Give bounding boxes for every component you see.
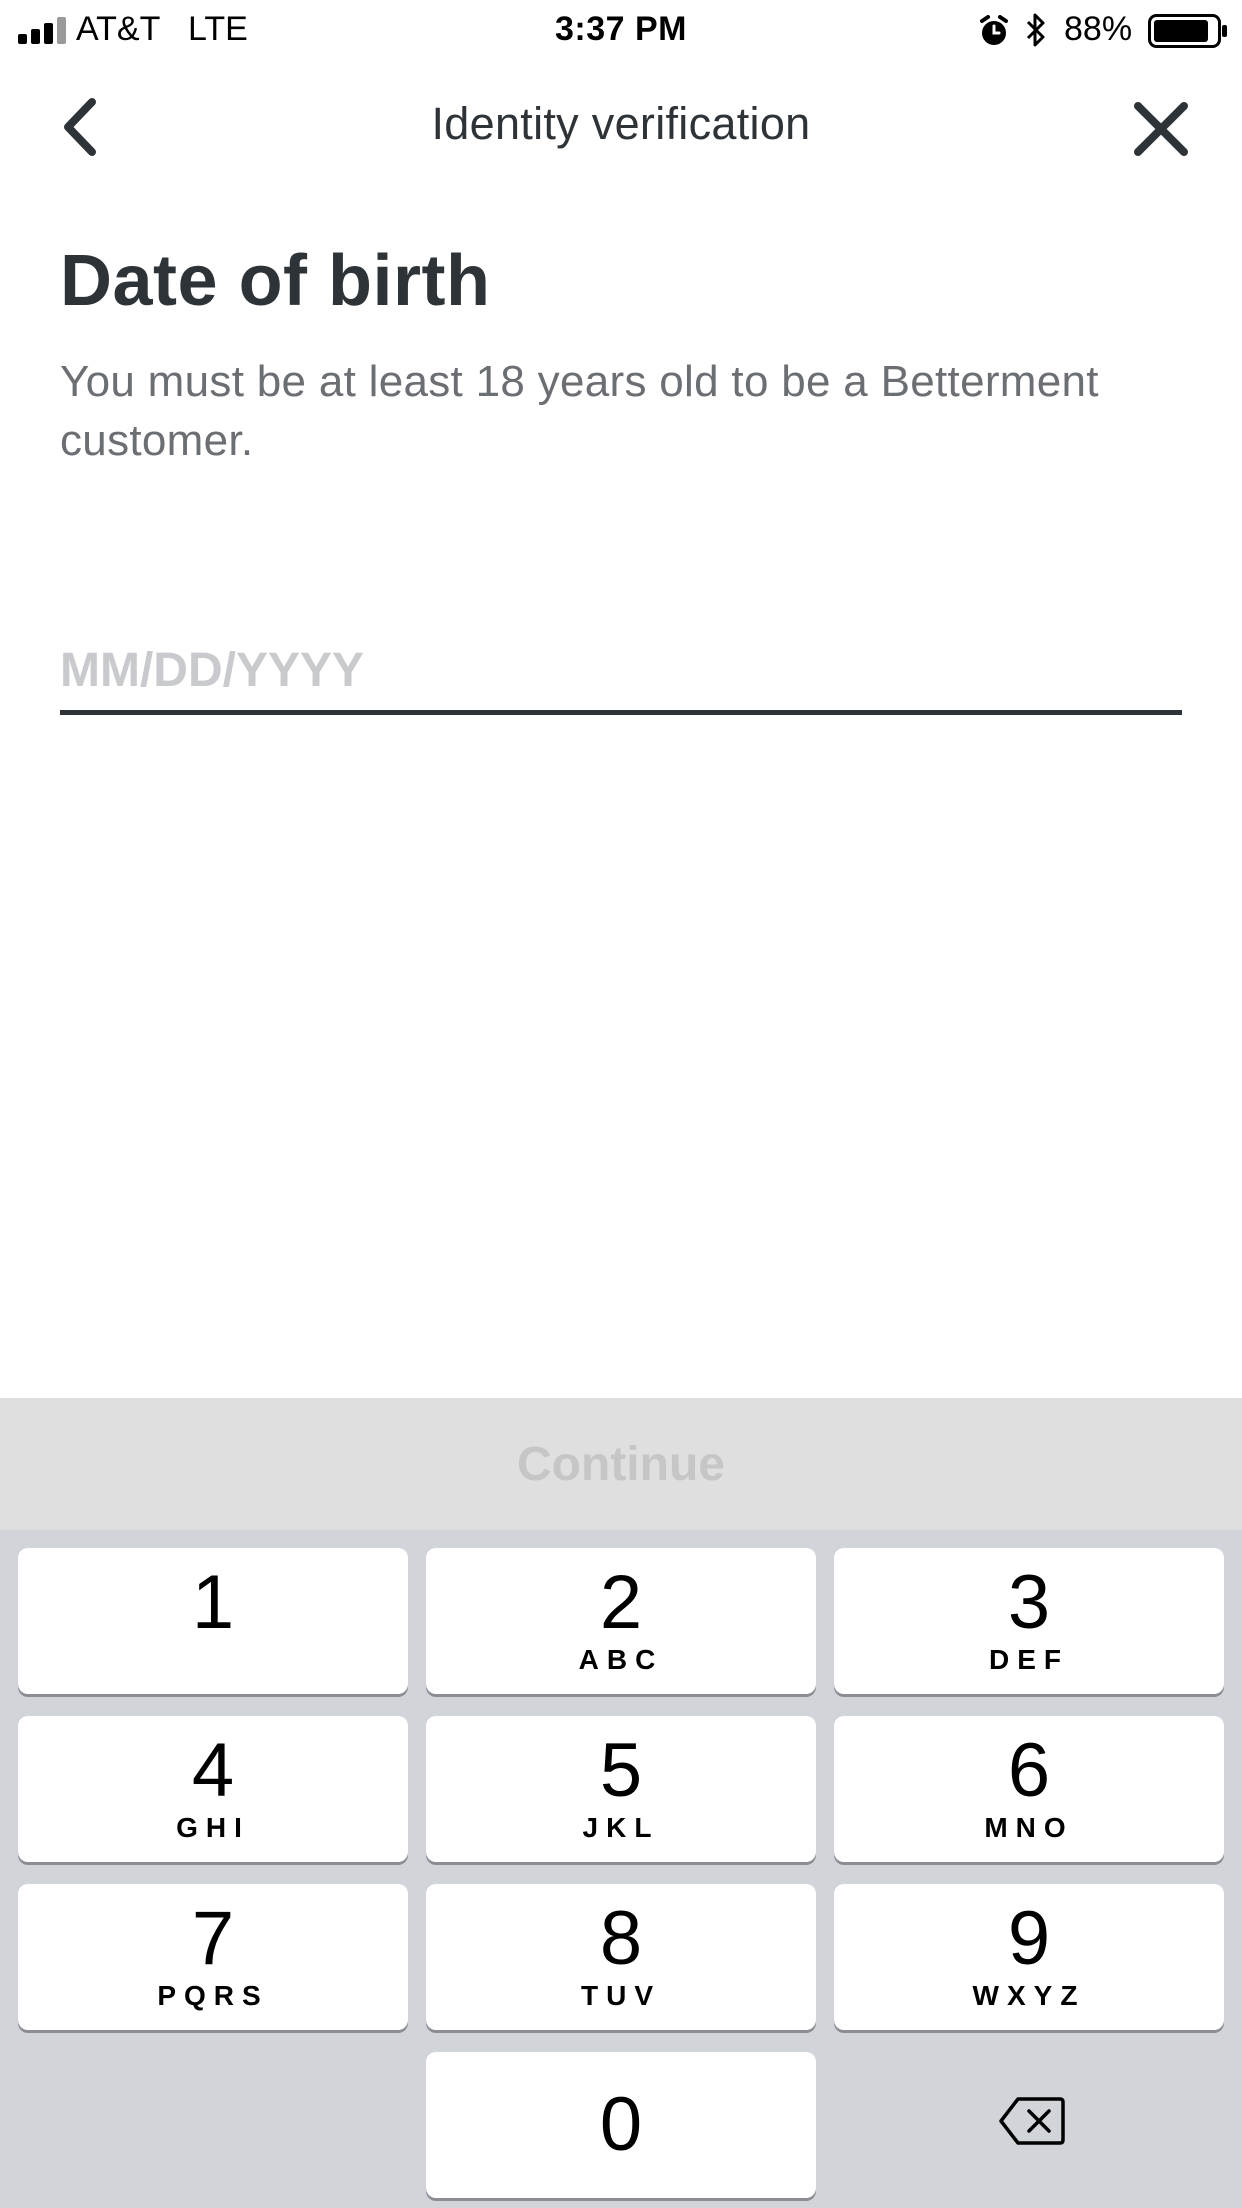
key-letters: JKL (582, 1812, 660, 1843)
alarm-icon (980, 15, 1008, 45)
continue-button[interactable]: Continue (0, 1398, 1242, 1530)
key-letters: TUV (581, 1980, 661, 2011)
key-letters: PQRS (157, 1980, 269, 2011)
close-icon (1134, 102, 1188, 156)
status-bar: AT&T LTE 3:37 PM 88% (0, 0, 1242, 60)
nav-title: Identity verification (431, 98, 811, 149)
key-3[interactable]: 3 DEF (834, 1548, 1224, 1694)
battery-percent: 88% (1064, 10, 1133, 48)
status-time: 3:37 PM (555, 10, 687, 48)
key-5[interactable]: 5 JKL (426, 1716, 816, 1862)
key-digit: 5 (599, 1728, 643, 1813)
page-subtitle: You must be at least 18 years old to be … (60, 357, 1099, 465)
key-2[interactable]: 2 ABC (426, 1548, 816, 1694)
battery-icon (1148, 14, 1227, 48)
key-0[interactable]: 0 (426, 2052, 816, 2198)
backspace-icon (999, 2097, 1065, 2145)
key-4[interactable]: 4 GHI (18, 1716, 408, 1862)
close-button[interactable] (1128, 96, 1194, 162)
key-letters: MNO (984, 1812, 1074, 1843)
key-letters: GHI (176, 1812, 250, 1843)
page-title: Date of birth (60, 241, 491, 321)
key-digit: 8 (599, 1896, 643, 1981)
date-of-birth-input[interactable] (60, 630, 1182, 715)
key-digit: 0 (599, 2082, 643, 2167)
backspace-key[interactable] (834, 2052, 1224, 2198)
bluetooth-icon (1026, 13, 1045, 47)
key-digit: 4 (191, 1728, 235, 1813)
key-6[interactable]: 6 MNO (834, 1716, 1224, 1862)
key-digit: 7 (191, 1896, 235, 1981)
key-1[interactable]: 1 (18, 1548, 408, 1694)
key-digit: 1 (191, 1560, 235, 1645)
key-letters: DEF (989, 1644, 1069, 1675)
key-digit: 9 (1007, 1896, 1051, 1981)
identity-verification-screen: AT&T LTE 3:37 PM 88% Identity verificati… (0, 0, 1242, 2208)
key-9[interactable]: 9 WXYZ (834, 1884, 1224, 2030)
key-letters: WXYZ (972, 1980, 1086, 2011)
key-digit: 2 (599, 1560, 643, 1645)
key-7[interactable]: 7 PQRS (18, 1884, 408, 2030)
key-8[interactable]: 8 TUV (426, 1884, 816, 2030)
key-digit: 3 (1007, 1560, 1051, 1645)
key-letters: ABC (578, 1644, 664, 1675)
key-digit: 6 (1007, 1728, 1051, 1813)
